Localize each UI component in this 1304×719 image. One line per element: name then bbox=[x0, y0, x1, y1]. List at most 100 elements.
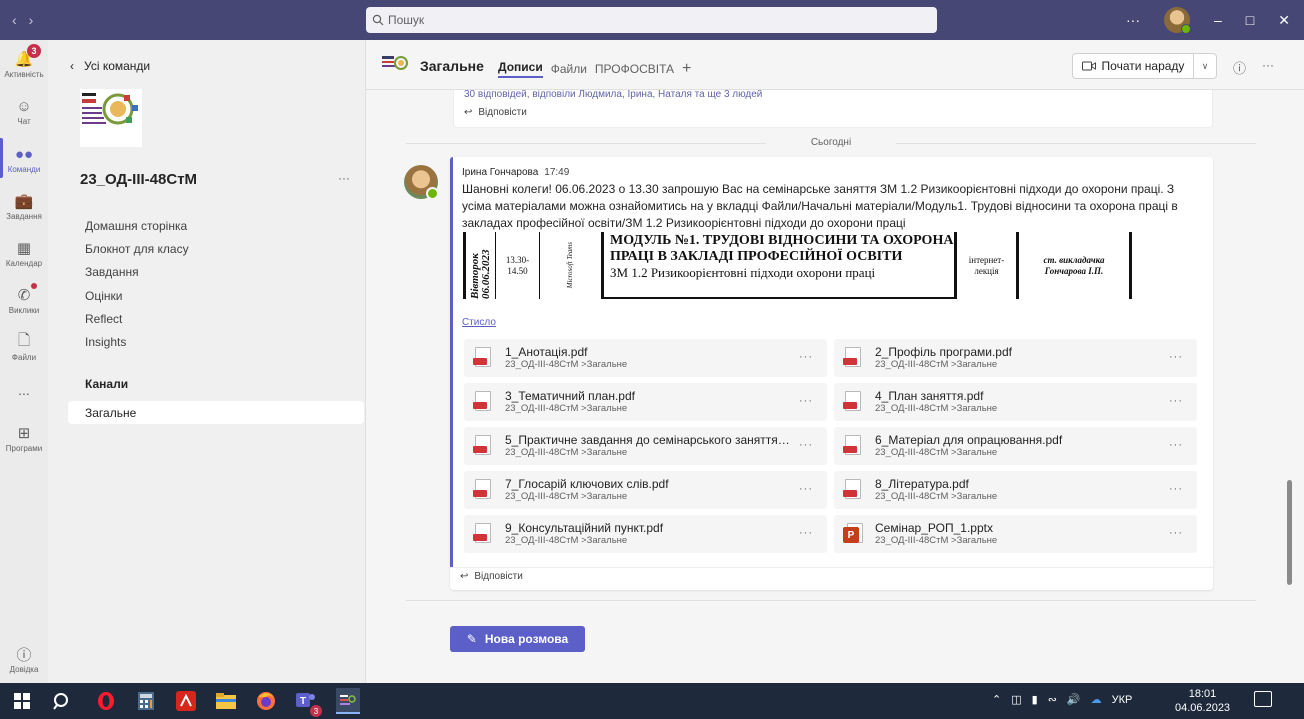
message-author[interactable]: Ірина Гончарова bbox=[462, 167, 538, 178]
rail-teams[interactable]: ●● Команди bbox=[0, 143, 48, 175]
info-icon[interactable]: ⓘ bbox=[1233, 58, 1246, 77]
chevron-up-icon[interactable]: ⌃ bbox=[992, 693, 1001, 706]
attachment-card[interactable]: P Семінар_РОП_1.pptx 23_ОД-ІІІ-48СтМ >Заг… bbox=[834, 515, 1197, 553]
window-controls: ··· – □ ✕ bbox=[1126, 0, 1304, 40]
collapse-link[interactable]: Стисло bbox=[462, 317, 496, 328]
attachment-card[interactable]: 6_Матеріал для опрацювання.pdf 23_ОД-ІІІ-… bbox=[834, 427, 1197, 465]
attachment-name: 4_План заняття.pdf bbox=[875, 389, 984, 403]
new-conversation-label: Нова розмова bbox=[484, 632, 569, 646]
attachment-card[interactable]: 5_Практичне завдання до семінарського за… bbox=[464, 427, 827, 465]
rail-files[interactable]: 🗋 Файли bbox=[0, 331, 48, 363]
new-conversation-button[interactable]: ✎ Нова розмова bbox=[450, 626, 585, 652]
tab-files[interactable]: Файли bbox=[551, 62, 587, 76]
close-icon[interactable]: ✕ bbox=[1278, 12, 1290, 29]
channel-header: Загальне Дописи Файли ПРОФОСВІТА + Почат… bbox=[366, 40, 1304, 90]
team-window-icon[interactable] bbox=[336, 688, 360, 714]
language-indicator[interactable]: УКР bbox=[1112, 694, 1133, 706]
reply-button[interactable]: ↩ Відповісти bbox=[460, 571, 523, 582]
attachment-more-icon[interactable]: ··· bbox=[799, 483, 813, 495]
attachment-more-icon[interactable]: ··· bbox=[799, 351, 813, 363]
attachment-card[interactable]: 3_Тематичний план.pdf 23_ОД-ІІІ-48СтМ >За… bbox=[464, 383, 827, 421]
nav-home[interactable]: Домашня сторінка bbox=[85, 214, 189, 237]
header-more-icon[interactable]: ··· bbox=[1262, 58, 1274, 72]
author-avatar[interactable] bbox=[404, 165, 439, 200]
channels-heading[interactable]: Канали bbox=[85, 377, 128, 391]
attachment-more-icon[interactable]: ··· bbox=[1169, 439, 1183, 451]
message-accent bbox=[450, 157, 453, 567]
start-meeting-button[interactable]: Почати нараду bbox=[1072, 53, 1194, 79]
attachment-card[interactable]: 7_Глосарій ключових слів.pdf 23_ОД-ІІІ-48… bbox=[464, 471, 827, 509]
nav-notebook[interactable]: Блокнот для класу bbox=[85, 237, 189, 260]
rail-assignments[interactable]: 💼 Завдання bbox=[0, 190, 48, 221]
back-arrow-icon[interactable]: ‹ bbox=[12, 12, 17, 28]
meet-now-icon[interactable]: ◫ bbox=[1011, 693, 1021, 706]
battery-icon[interactable]: ▮ bbox=[1032, 693, 1038, 706]
opera-icon[interactable] bbox=[96, 691, 116, 711]
channel-general[interactable]: Загальне bbox=[68, 401, 364, 424]
attachment-card[interactable]: 2_Профіль програми.pdf 23_ОД-ІІІ-48СтМ >З… bbox=[834, 339, 1197, 377]
notification-icon[interactable] bbox=[1254, 691, 1272, 707]
rail-help[interactable]: ⓘ Довідка bbox=[0, 643, 48, 675]
windows-start-icon[interactable] bbox=[12, 691, 32, 711]
teams-taskbar-icon[interactable]: T 3 bbox=[296, 691, 322, 717]
rail-chat[interactable]: ☺ Чат bbox=[0, 95, 48, 127]
attachment-more-icon[interactable]: ··· bbox=[1169, 483, 1183, 495]
wifi-icon[interactable]: ∾ bbox=[1048, 693, 1057, 706]
chat-icon: ☺ bbox=[16, 97, 32, 115]
minimize-icon[interactable]: – bbox=[1214, 12, 1222, 28]
onedrive-icon[interactable]: ☁ bbox=[1091, 693, 1102, 706]
attachment-more-icon[interactable]: ··· bbox=[799, 395, 813, 407]
activity-badge: 3 bbox=[27, 44, 41, 58]
attachment-more-icon[interactable]: ··· bbox=[1169, 351, 1183, 363]
pdf-file-icon bbox=[473, 479, 493, 501]
replies-summary[interactable]: 30 відповідей, відповіли Людмила, Ірина,… bbox=[464, 90, 762, 100]
chevron-left-icon: ‹ bbox=[70, 59, 74, 73]
attachment-more-icon[interactable]: ··· bbox=[799, 527, 813, 539]
more-options-icon[interactable]: ··· bbox=[1126, 12, 1140, 28]
calculator-icon[interactable] bbox=[136, 691, 156, 711]
acrobat-icon[interactable] bbox=[176, 691, 196, 711]
attachment-more-icon[interactable]: ··· bbox=[799, 439, 813, 451]
tt-teacher-cell: ст. викладачка Гончарова І.П. bbox=[1016, 232, 1132, 299]
attachment-card[interactable]: 1_Анотація.pdf 23_ОД-ІІІ-48СтМ >Загальне … bbox=[464, 339, 827, 377]
chevron-down-icon[interactable]: ∨ bbox=[1193, 53, 1217, 79]
file-explorer-icon[interactable] bbox=[216, 691, 236, 711]
attachment-path: 23_ОД-ІІІ-48СтМ >Загальне bbox=[505, 447, 628, 458]
attachment-more-icon[interactable]: ··· bbox=[1169, 395, 1183, 407]
attachment-card[interactable]: 8_Література.pdf 23_ОД-ІІІ-48СтМ >Загальн… bbox=[834, 471, 1197, 509]
rail-activity[interactable]: 🔔 3 Активність bbox=[0, 44, 48, 79]
forward-arrow-icon[interactable]: › bbox=[29, 12, 34, 28]
volume-icon[interactable]: 🔊 bbox=[1067, 693, 1081, 706]
nav-insights[interactable]: Insights bbox=[85, 330, 189, 353]
firefox-icon[interactable] bbox=[256, 691, 276, 711]
maximize-icon[interactable]: □ bbox=[1246, 12, 1254, 28]
nav-reflect[interactable]: Reflect bbox=[85, 307, 189, 330]
team-more-icon[interactable]: ··· bbox=[338, 171, 350, 185]
nav-grades[interactable]: Оцінки bbox=[85, 284, 189, 307]
tt-time: 13.30-14.50 bbox=[505, 254, 530, 276]
rail-calls[interactable]: ✆ Виклики bbox=[0, 283, 48, 315]
tab-profosvita[interactable]: ПРОФОСВІТА bbox=[595, 62, 674, 76]
search-icon[interactable] bbox=[52, 691, 72, 711]
attachment-more-icon[interactable]: ··· bbox=[1169, 527, 1183, 539]
message-meta: Ірина Гончарова 17:49 bbox=[462, 167, 569, 178]
tt-teacher: ст. викладачка Гончарова І.П. bbox=[1043, 254, 1105, 276]
attachment-name: 1_Анотація.pdf bbox=[505, 345, 588, 359]
reply-button[interactable]: ↩ Відповісти bbox=[464, 107, 527, 118]
tab-posts[interactable]: Дописи bbox=[498, 60, 543, 78]
nav-assignments[interactable]: Завдання bbox=[85, 261, 189, 284]
attachment-path: 23_ОД-ІІІ-48СтМ >Загальне bbox=[505, 491, 628, 502]
attachment-card[interactable]: 9_Консультаційний пункт.pdf 23_ОД-ІІІ-48С… bbox=[464, 515, 827, 553]
profile-avatar[interactable] bbox=[1164, 7, 1191, 34]
add-tab-icon[interactable]: + bbox=[682, 61, 691, 77]
rail-more[interactable]: ... bbox=[0, 382, 48, 398]
conversation-scrollbar[interactable] bbox=[1287, 480, 1292, 585]
all-teams-link[interactable]: ‹ Усі команди bbox=[70, 59, 150, 73]
search-input[interactable]: Пошук bbox=[366, 7, 937, 33]
reply-icon: ↩ bbox=[460, 571, 469, 582]
attachment-card[interactable]: 4_План заняття.pdf 23_ОД-ІІІ-48СтМ >Загал… bbox=[834, 383, 1197, 421]
rail-calendar[interactable]: ▦ Календар bbox=[0, 237, 48, 268]
clock[interactable]: 18:01 04.06.2023 bbox=[1175, 687, 1230, 715]
rail-apps[interactable]: ⊞ Програми bbox=[0, 422, 48, 453]
pdf-file-icon bbox=[843, 391, 863, 413]
